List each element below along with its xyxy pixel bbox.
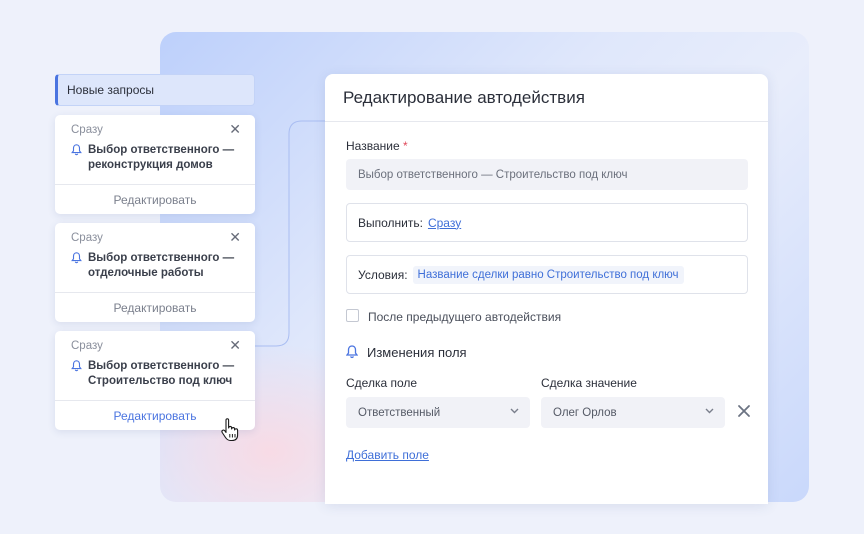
card-timing: Сразу	[71, 232, 103, 244]
connector-line	[254, 120, 327, 347]
execute-value-link[interactable]: Сразу	[428, 216, 461, 230]
card-title: Выбор ответственного — реконструкция дом…	[88, 144, 235, 171]
stage-header[interactable]: Новые запросы	[55, 74, 255, 106]
close-icon[interactable]: ✕	[229, 337, 241, 354]
value-select-value: Олег Орлов	[553, 406, 617, 419]
chevron-down-icon	[705, 408, 714, 414]
name-input[interactable]: Выбор ответственного — Строительство под…	[346, 159, 748, 190]
automation-card[interactable]: Сразу ✕ Выбор ответственного — реконстру…	[55, 115, 255, 214]
close-icon[interactable]: ✕	[229, 229, 241, 246]
automation-card-selected[interactable]: Сразу ✕ Выбор ответственного — Строитель…	[55, 331, 255, 430]
panel-title: Редактирование автодействия	[325, 74, 768, 122]
value-label: Сделка значение	[541, 376, 637, 390]
close-icon[interactable]	[737, 404, 751, 418]
field-label: Сделка поле	[346, 376, 418, 390]
field-select[interactable]: Ответственный	[346, 397, 530, 428]
execute-label: Выполнить:	[358, 215, 423, 230]
name-label-text: Название	[346, 139, 400, 153]
card-timing: Сразу	[71, 340, 103, 352]
bell-icon	[71, 144, 82, 156]
field-select-value: Ответственный	[358, 406, 441, 419]
edit-automation-panel: Редактирование автодействия Название * В…	[325, 74, 768, 504]
after-previous-checkbox[interactable]	[346, 309, 359, 322]
bell-icon	[346, 345, 358, 359]
required-mark: *	[402, 139, 408, 153]
card-title: Выбор ответственного — отделочные работы	[88, 252, 235, 279]
card-title: Выбор ответственного — Строительство под…	[88, 360, 235, 387]
card-timing: Сразу	[71, 124, 103, 136]
section-title: Изменения поля	[367, 345, 467, 360]
bell-icon	[71, 252, 82, 264]
add-field-link[interactable]: Добавить поле	[346, 448, 429, 462]
condition-chip[interactable]: Название сделки равно Строительство под …	[412, 265, 684, 284]
close-icon[interactable]: ✕	[229, 121, 241, 138]
name-label: Название *	[346, 139, 408, 153]
bell-icon	[71, 360, 82, 372]
edit-button[interactable]: Редактировать	[55, 184, 255, 214]
edit-button[interactable]: Редактировать	[55, 292, 255, 322]
after-previous-label: После предыдущего автодействия	[368, 310, 562, 324]
conditions-field[interactable]: Условия: Название сделки равно Строитель…	[346, 255, 748, 294]
conditions-label: Условия:	[358, 267, 408, 282]
hand-pointer-icon	[221, 418, 239, 442]
automation-card[interactable]: Сразу ✕ Выбор ответственного — отделочны…	[55, 223, 255, 322]
value-select[interactable]: Олег Орлов	[541, 397, 725, 428]
stage-title: Новые запросы	[67, 83, 154, 97]
execute-field[interactable]: Выполнить: Сразу	[346, 203, 748, 242]
chevron-down-icon	[510, 408, 519, 414]
